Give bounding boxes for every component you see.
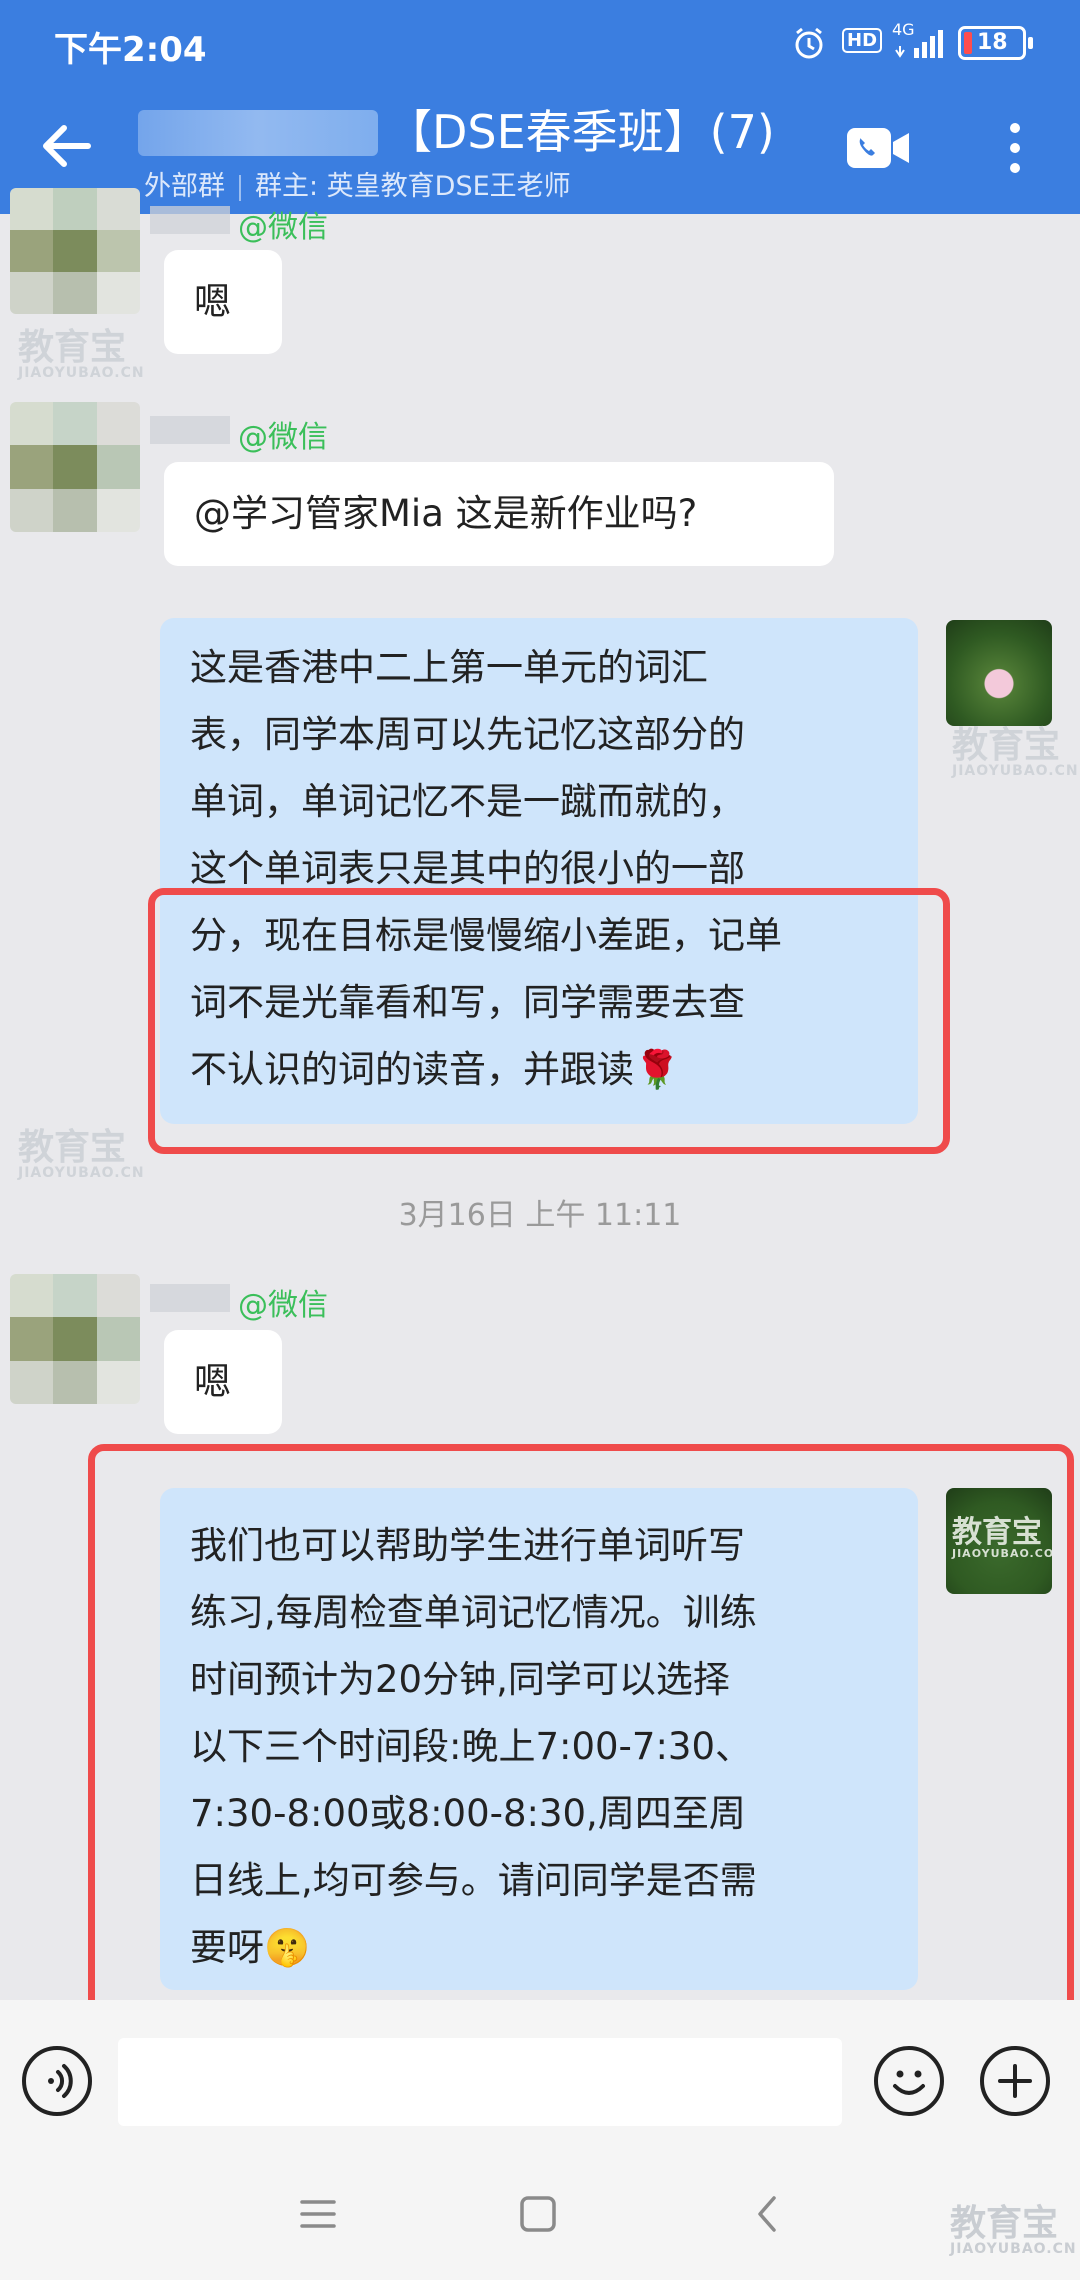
message-timestamp: 3月16日 上午 11:11	[398, 1198, 682, 1233]
highlight-box	[148, 888, 950, 1154]
blurred-sender-name	[150, 416, 230, 444]
incoming-message-bubble[interactable]: 嗯	[164, 250, 282, 354]
message-line: 表，同学本周可以先记忆这部分的	[190, 713, 745, 756]
status-time: 下午2:04	[54, 30, 207, 70]
message-line: 单词，单词记忆不是一蹴而就的，	[190, 780, 745, 823]
chat-subtitle: 外部群 群主: 英皇教育DSE王老师	[144, 164, 571, 203]
video-call-icon[interactable]	[846, 126, 910, 170]
alarm-icon	[792, 26, 826, 67]
subtitle-divider	[239, 174, 241, 201]
hd-indicator: HD	[842, 28, 883, 53]
blurred-sender-name	[150, 206, 230, 234]
blurred-sender-name	[150, 1284, 230, 1312]
sender-avatar[interactable]	[10, 188, 140, 314]
emoji-icon[interactable]	[874, 2046, 944, 2116]
chat-title[interactable]: 【DSE春季班】(7)	[386, 96, 775, 162]
watermark: 教育宝 JIAOYUBAO.CN	[950, 2203, 1077, 2257]
battery-level: 18	[977, 30, 1008, 55]
blurred-group-name	[138, 110, 378, 156]
sender-avatar[interactable]	[10, 402, 140, 532]
home-icon[interactable]	[518, 2194, 558, 2238]
incoming-message-bubble[interactable]: @学习管家Mia 这是新作业吗?	[164, 462, 834, 566]
sender-source-tag: @微信	[238, 1288, 328, 1323]
group-type-label: 外部群	[144, 171, 225, 202]
back-nav-icon[interactable]	[752, 2194, 782, 2238]
my-avatar[interactable]	[946, 620, 1052, 726]
message-line: 这是香港中二上第一单元的词汇	[190, 646, 708, 689]
sender-avatar[interactable]	[10, 1274, 140, 1404]
chat-header: 下午2:04 HD 4G 18 【DSE春季班】(7) 外部群 群主: 英皇教育D…	[0, 0, 1080, 214]
battery-tip	[1028, 37, 1033, 49]
menu-icon[interactable]	[298, 2196, 338, 2236]
highlight-box	[88, 1444, 1074, 2024]
signal-icon	[890, 26, 946, 64]
more-icon[interactable]	[1000, 118, 1030, 178]
watermark: 教育宝 JIAOYUBAO.CN	[952, 725, 1079, 779]
sender-source-tag: @微信	[238, 420, 328, 455]
watermark: 教育宝 JIAOYUBAO.CN	[18, 1127, 145, 1181]
group-owner-label: 群主: 英皇教育DSE王老师	[255, 171, 571, 202]
plus-icon[interactable]	[980, 2046, 1050, 2116]
back-arrow-icon[interactable]	[36, 116, 96, 176]
battery-icon: 18	[958, 26, 1026, 60]
message-input[interactable]	[118, 2038, 842, 2126]
voice-icon[interactable]	[22, 2046, 92, 2116]
incoming-message-bubble[interactable]: 嗯	[164, 1330, 282, 1434]
sender-source-tag: @微信	[238, 210, 328, 245]
watermark: 教育宝 JIAOYUBAO.CN	[18, 327, 145, 381]
